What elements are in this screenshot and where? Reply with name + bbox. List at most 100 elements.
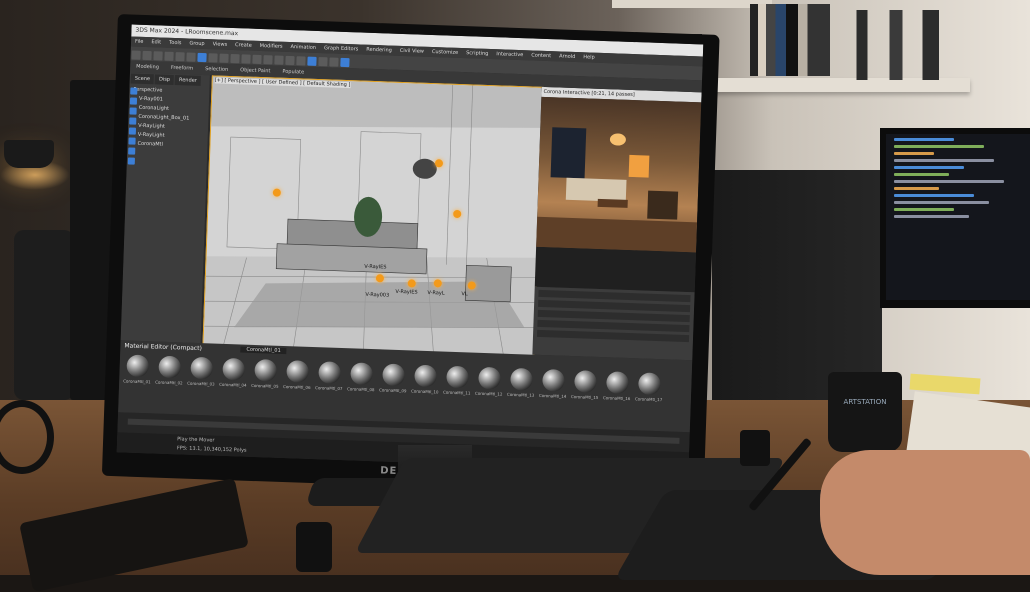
menu-item[interactable]: Tools [169,38,182,48]
ribbon-tab[interactable]: Populate [282,66,304,79]
menu-item[interactable]: Help [583,52,595,62]
align-icon[interactable] [263,55,273,65]
material-swatch[interactable] [574,370,597,393]
material-swatch-label: CoronaMtl_03 [187,380,215,387]
undo-icon[interactable] [131,50,141,60]
material-swatch-label: CoronaMtl_01 [123,378,151,385]
material-swatch-label: CoronaMtl_16 [602,395,631,402]
render-setup-icon[interactable] [318,57,328,67]
scene-root[interactable]: Perspective [133,87,209,97]
properties-panel [532,286,695,361]
material-name-field[interactable]: CoronaMtl_01 [240,346,287,355]
artstation-mug: ARTSTATION [828,372,902,452]
menu-item[interactable]: Arnold [559,51,576,62]
display-tab[interactable]: Disp [154,74,175,85]
material-swatch-label: CoronaMtl_13 [506,391,535,398]
material-swatch[interactable] [606,371,629,395]
material-swatch[interactable] [190,356,214,380]
light-label: V-RayIES [364,263,387,271]
material-swatch-label: CoronaMtl_05 [251,382,279,389]
right-monitor [880,128,1030,308]
material-swatch[interactable] [446,365,469,389]
scale-icon[interactable] [219,53,229,63]
material-swatch[interactable] [126,354,150,378]
scene-tab[interactable]: Scene [130,73,155,85]
filter-icon[interactable] [130,87,138,95]
shapes-icon[interactable] [129,107,137,115]
scene-item[interactable]: CoronaLight_Box_01 [138,114,208,123]
unlink-icon[interactable] [164,51,174,61]
scene-item[interactable]: V-RayLight [138,132,208,141]
ribbon-tab[interactable]: Freeform [171,62,194,75]
mirror-icon[interactable] [252,54,262,65]
perspective-viewport[interactable]: [+] [ Perspective ] [ User Defined ] [ D… [202,75,544,357]
rotate-icon[interactable] [208,53,218,63]
material-swatch[interactable] [510,367,533,391]
material-swatch[interactable] [286,360,310,383]
material-swatch-label: CoronaMtl_09 [378,387,407,394]
material-editor-title: Material Editor (Compact) [124,342,202,353]
property-row[interactable] [536,329,690,343]
lights-icon[interactable] [129,117,137,125]
material-swatch-label: CoronaMtl_08 [346,386,375,393]
monitor-screen: 3DS Max 2024 - LRoomscene.max File Edit To… [116,24,704,473]
spacewarps-icon[interactable] [128,147,136,155]
helpers-icon[interactable] [128,137,136,145]
material-swatch[interactable] [638,372,661,396]
menu-item[interactable]: Create [235,40,252,51]
snap-icon[interactable] [230,53,240,64]
desk-figure [740,430,770,466]
light-label: V-RayL [427,289,445,297]
status-stats: FPS: 13.1, 10,340,152 Polys [176,445,247,454]
material-swatch[interactable] [382,363,405,387]
layer-icon[interactable] [274,55,284,65]
material-swatch[interactable] [350,362,373,386]
select-icon[interactable] [186,52,196,62]
material-editor-icon[interactable] [307,56,317,66]
app-title: 3DS Max 2024 - LRoomscene.max [135,26,239,38]
desk-lamp [4,140,54,168]
material-swatch[interactable] [318,361,341,384]
material-swatch[interactable] [158,355,182,379]
menu-item[interactable]: Content [531,50,551,61]
redo-icon[interactable] [142,50,152,61]
material-swatch-label: CoronaMtl_02 [155,379,183,386]
link-icon[interactable] [153,51,163,61]
material-swatch[interactable] [254,358,278,382]
code-editor-screen [886,134,1030,300]
cameras-icon[interactable] [128,127,137,135]
light-label: V-Ray003 [365,291,390,299]
ribbon-tab[interactable]: Selection [205,63,228,76]
angle-snap-icon[interactable] [241,54,251,64]
material-swatch-label: CoronaMtl_15 [570,394,599,400]
render-frame-icon[interactable] [329,57,339,67]
geometry-icon[interactable] [129,97,138,105]
material-swatch-label: CoronaMtl_07 [314,385,343,392]
menu-item[interactable]: Views [212,39,228,49]
material-swatch[interactable] [542,369,565,392]
bone-icon[interactable] [127,157,135,165]
render-tab[interactable]: Render [174,75,201,86]
material-swatch[interactable] [414,364,437,388]
light-label: VL [461,291,468,298]
scene-item[interactable]: V-Ray001 [139,96,209,105]
material-swatch-label: CoronaMtl_12 [474,390,503,397]
scene-item[interactable]: V-RayLight [138,123,208,132]
ribbon-tab[interactable]: Modeling [136,61,159,74]
material-swatch-label: CoronaMtl_11 [442,389,471,396]
light-label: V-RayIES [395,288,418,296]
scene-item[interactable]: CoronaMtl [137,141,207,150]
schematic-icon[interactable] [296,56,306,66]
menu-item[interactable]: Group [189,39,205,50]
scene-item[interactable]: CoronaLight [139,105,209,114]
bind-icon[interactable] [175,52,185,62]
curve-editor-icon[interactable] [285,55,295,66]
material-swatch[interactable] [222,357,246,381]
ribbon-tab[interactable]: Object Paint [240,64,271,77]
material-swatch-label: CoronaMtl_04 [219,381,247,388]
move-icon[interactable] [197,52,207,63]
material-swatch[interactable] [478,366,501,390]
menu-item[interactable]: File [135,37,144,47]
render-icon[interactable] [340,57,350,68]
menu-item[interactable]: Edit [151,37,161,47]
